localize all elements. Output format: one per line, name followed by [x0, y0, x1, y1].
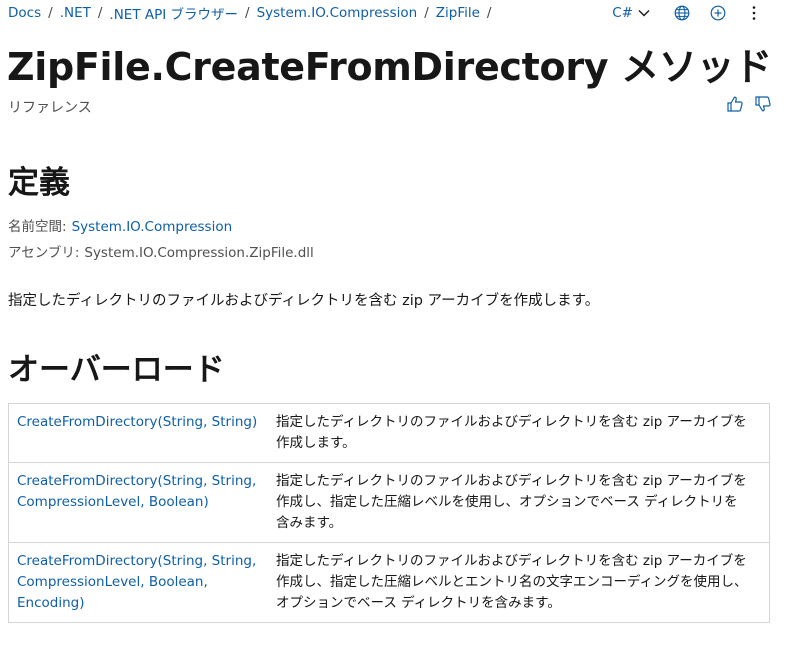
assembly-line: アセンブリ: System.IO.Compression.ZipFile.dll — [8, 241, 314, 261]
overload-description-line: 作成し、指定した圧縮レベルを使用し、オプションでベース ディレクトリを — [276, 494, 738, 510]
table-row: CreateFromDirectory(String, String, Comp… — [8, 462, 770, 543]
overload-description-line: 作成し、指定した圧縮レベルとエントリ名の文字エンコーディングを使用し、 — [276, 574, 748, 590]
overload-description-line: 含みます。 — [276, 515, 343, 531]
overload-description-line: 作成します。 — [276, 435, 356, 451]
overload-description-line: 指定したディレクトリのファイルおよびディレクトリを含む zip アーカイブを — [276, 553, 747, 569]
thumbs-up-icon[interactable] — [726, 95, 744, 113]
overloads-heading: オーバーロード — [8, 352, 225, 388]
overload-signature-line: CreateFromDirectory(String, String) — [17, 414, 258, 430]
chevron-down-icon — [638, 10, 650, 17]
breadcrumb-separator: / — [486, 5, 492, 21]
globe-icon[interactable] — [672, 3, 692, 23]
language-label: C# — [612, 5, 633, 21]
top-bar: Docs / .NET / .NET API ブラウザー / System.IO… — [8, 3, 778, 23]
overload-signature-line: CompressionLevel, Boolean, — [17, 574, 208, 590]
page-subtitle: リファレンス — [8, 100, 92, 116]
language-selector[interactable]: C# — [612, 5, 650, 21]
overload-signature-line: CompressionLevel, Boolean) — [17, 494, 209, 510]
breadcrumb-docs[interactable]: Docs — [8, 5, 41, 21]
add-icon[interactable] — [708, 3, 728, 23]
overload-description: 指定したディレクトリのファイルおよびディレクトリを含む zip アーカイブを 作… — [268, 403, 770, 463]
method-description: 指定したディレクトリのファイルおよびディレクトリを含む zip アーカイブを作成… — [8, 293, 600, 309]
page-title: ZipFile.CreateFromDirectory メソッド — [7, 45, 772, 89]
breadcrumb-separator: / — [97, 5, 103, 21]
assembly-label: アセンブリ: — [8, 245, 80, 261]
namespace-line: 名前空間: System.IO.Compression — [8, 215, 232, 235]
top-actions: C# — [612, 3, 778, 23]
overload-link[interactable]: CreateFromDirectory(String, String) — [8, 403, 268, 463]
breadcrumb-namespace[interactable]: System.IO.Compression — [257, 5, 418, 21]
breadcrumb-separator: / — [245, 5, 250, 21]
breadcrumb-dotnet[interactable]: .NET — [60, 5, 91, 21]
breadcrumb-separator: / — [48, 5, 53, 21]
more-icon[interactable] — [744, 3, 764, 23]
overload-signature-line: CreateFromDirectory(String, String, — [17, 553, 257, 569]
breadcrumb: Docs / .NET / .NET API ブラウザー / System.IO… — [8, 3, 498, 23]
namespace-link[interactable]: System.IO.Compression — [72, 219, 233, 235]
overload-link[interactable]: CreateFromDirectory(String, String, Comp… — [8, 462, 268, 543]
definition-heading: 定義 — [8, 165, 70, 201]
overload-link[interactable]: CreateFromDirectory(String, String, Comp… — [8, 542, 268, 623]
overload-description-line: 指定したディレクトリのファイルおよびディレクトリを含む zip アーカイブを — [276, 473, 747, 489]
table-row: CreateFromDirectory(String, String) 指定した… — [8, 403, 770, 463]
feedback-buttons — [726, 95, 772, 113]
thumbs-down-icon[interactable] — [754, 95, 772, 113]
table-row: CreateFromDirectory(String, String, Comp… — [8, 542, 770, 623]
docs-page: Docs / .NET / .NET API ブラウザー / System.IO… — [0, 0, 786, 646]
namespace-label: 名前空間: — [8, 219, 67, 235]
overload-description-line: オプションでベース ディレクトリを含みます。 — [276, 595, 561, 611]
overloads-table: CreateFromDirectory(String, String) 指定した… — [8, 403, 770, 623]
overload-signature-line: CreateFromDirectory(String, String, — [17, 473, 257, 489]
overload-signature-line: Encoding) — [17, 595, 85, 611]
overload-description: 指定したディレクトリのファイルおよびディレクトリを含む zip アーカイブを 作… — [268, 542, 770, 623]
breadcrumb-api-browser[interactable]: .NET API ブラウザー — [109, 3, 238, 23]
breadcrumb-separator: / — [424, 5, 429, 21]
breadcrumb-zipfile[interactable]: ZipFile — [436, 5, 480, 21]
assembly-value: System.IO.Compression.ZipFile.dll — [84, 245, 314, 261]
overload-description-line: 指定したディレクトリのファイルおよびディレクトリを含む zip アーカイブを — [276, 414, 747, 430]
overload-description: 指定したディレクトリのファイルおよびディレクトリを含む zip アーカイブを 作… — [268, 462, 770, 543]
